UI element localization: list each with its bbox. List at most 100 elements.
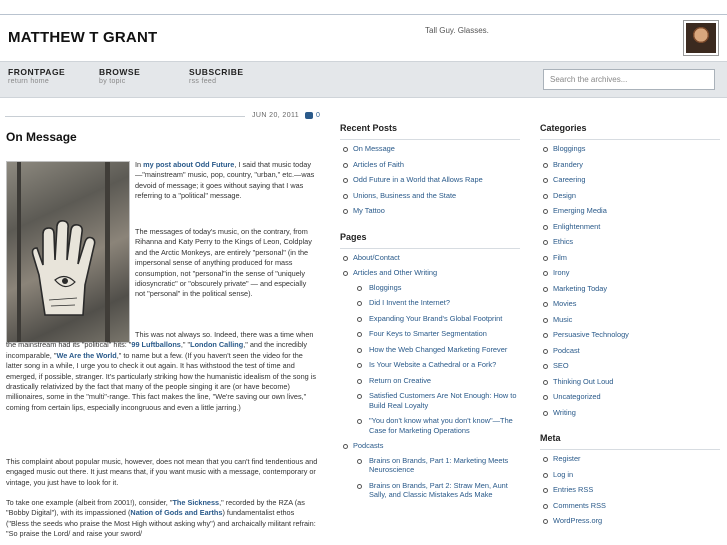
category-link[interactable]: Design <box>553 191 576 200</box>
meta-link-comments-rss[interactable]: Comments RSS <box>553 501 606 510</box>
category-item: Marketing Today <box>540 284 720 294</box>
site-tagline: Tall Guy. Glasses. <box>425 26 489 35</box>
category-item: Bloggings <box>540 144 720 154</box>
nav-browse[interactable]: BROWSE by topic <box>99 67 140 85</box>
category-link[interactable]: Podcast <box>553 346 580 355</box>
speech-bubble-icon[interactable] <box>305 112 313 119</box>
categories-heading: Categories <box>540 123 720 140</box>
recent-post-link[interactable]: Unions, Business and the State <box>353 191 456 200</box>
nav-frontpage[interactable]: FRONTPAGE return home <box>8 67 65 85</box>
page-link-about[interactable]: About/Contact <box>353 253 400 262</box>
page-item: Podcasts Brains on Brands, Part 1: Marke… <box>340 441 520 500</box>
subpage-link[interactable]: Brains on Brands, Part 1: Marketing Meet… <box>369 456 508 475</box>
meta-item: Register <box>540 454 720 464</box>
recent-post-item: Odd Future in a World that Allows Rape <box>340 175 520 185</box>
the-sickness-link[interactable]: The Sickness <box>172 498 219 507</box>
search-input[interactable] <box>543 69 715 90</box>
category-link[interactable]: Film <box>553 253 567 262</box>
categories-list: Bloggings Brandery Careering Design Emer… <box>540 144 720 417</box>
post-meta: JUN 20, 2011 0 <box>5 112 320 119</box>
p1-text-pre: In <box>135 160 144 169</box>
subpage-item: Is Your Website a Cathedral or a Fork? <box>353 360 520 370</box>
category-item: Brandery <box>540 160 720 170</box>
category-item: Uncategorized <box>540 392 720 402</box>
subpage-link[interactable]: Brains on Brands, Part 2: Straw Men, Aun… <box>369 481 508 500</box>
site-title[interactable]: MATTHEW T GRANT <box>8 29 157 46</box>
category-link[interactable]: Irony <box>553 268 569 277</box>
subpage-item: Expanding Your Brand's Global Footprint <box>353 314 520 324</box>
subpage-link[interactable]: Four Keys to Smarter Segmentation <box>369 329 487 338</box>
category-link[interactable]: Bloggings <box>553 144 585 153</box>
p5-text-pre: To take one example (albeit from 2001!),… <box>6 498 173 507</box>
post-image-pole-left <box>17 162 21 342</box>
category-link[interactable]: Careering <box>553 175 585 184</box>
meta-link-wordpress[interactable]: WordPress.org <box>553 516 602 525</box>
avatar-photo <box>686 23 716 53</box>
post-meta-rule <box>5 116 245 117</box>
meta-list: Register Log in Entries RSS Comments RSS… <box>540 454 720 526</box>
subpage-link[interactable]: Satisfied Customers Are Not Enough: How … <box>369 391 516 410</box>
recent-post-link[interactable]: My Tattoo <box>353 206 385 215</box>
category-item: Movies <box>540 299 720 309</box>
recent-post-item: Unions, Business and the State <box>340 191 520 201</box>
page-link-articles[interactable]: Articles and Other Writing <box>353 268 437 277</box>
subpage-item: Return on Creative <box>353 376 520 386</box>
subpage-link[interactable]: Is Your Website a Cathedral or a Fork? <box>369 360 496 369</box>
we-are-the-world-link[interactable]: We Are the World <box>56 351 116 360</box>
hand-mural-graphic <box>31 220 96 316</box>
category-link[interactable]: Brandery <box>553 160 583 169</box>
category-link[interactable]: Music <box>553 315 572 324</box>
recent-post-link[interactable]: On Message <box>353 144 395 153</box>
subpage-link[interactable]: How the Web Changed Marketing Forever <box>369 345 507 354</box>
recent-post-link[interactable]: Odd Future in a World that Allows Rape <box>353 175 483 184</box>
subpage-item: Bloggings <box>353 283 520 293</box>
subpage-item: Did I Invent the Internet? <box>353 298 520 308</box>
subpage-link[interactable]: Expanding Your Brand's Global Footprint <box>369 314 502 323</box>
category-link[interactable]: Thinking Out Loud <box>553 377 613 386</box>
category-item: SEO <box>540 361 720 371</box>
subpage-item: Brains on Brands, Part 2: Straw Men, Aun… <box>353 481 520 500</box>
category-item: Podcast <box>540 346 720 356</box>
category-link[interactable]: SEO <box>553 361 569 370</box>
sidebar-middle: Recent Posts On Message Articles of Fait… <box>340 123 520 506</box>
luftballons-link[interactable]: 99 Luftballons <box>131 340 180 349</box>
meta-item: Entries RSS <box>540 485 720 495</box>
p3-text-mid-1: ," " <box>180 340 191 350</box>
odd-future-post-link[interactable]: my post about Odd Future <box>143 160 234 169</box>
subpage-link[interactable]: Did I Invent the Internet? <box>369 298 450 307</box>
subpage-link[interactable]: Return on Creative <box>369 376 431 385</box>
post-paragraph-1: In my post about Odd Future, I said that… <box>135 160 320 202</box>
meta-link-register[interactable]: Register <box>553 454 581 463</box>
category-link[interactable]: Movies <box>553 299 576 308</box>
category-link[interactable]: Marketing Today <box>553 284 607 293</box>
meta-heading: Meta <box>540 433 720 450</box>
category-link[interactable]: Uncategorized <box>553 392 601 401</box>
post-paragraph-3: This was not always so. Indeed, there wa… <box>6 330 318 413</box>
post-date: JUN 20, 2011 <box>252 112 300 119</box>
category-link[interactable]: Ethics <box>553 237 573 246</box>
post-paragraph-4: This complaint about popular music, howe… <box>6 457 318 487</box>
post-paragraph-5: To take one example (albeit from 2001!),… <box>6 498 318 540</box>
category-item: Ethics <box>540 237 720 247</box>
category-item: Emerging Media <box>540 206 720 216</box>
london-calling-link[interactable]: London Calling <box>190 340 243 349</box>
category-link[interactable]: Emerging Media <box>553 206 607 215</box>
page-link-podcasts[interactable]: Podcasts <box>353 441 383 450</box>
category-item: Persuasive Technology <box>540 330 720 340</box>
meta-link-entries-rss[interactable]: Entries RSS <box>553 485 593 494</box>
nav-subscribe[interactable]: SUBSCRIBE rss feed <box>189 67 244 85</box>
meta-link-login[interactable]: Log in <box>553 470 573 479</box>
post-image <box>6 161 130 343</box>
nation-of-gods-link[interactable]: Nation of Gods and Earths <box>130 508 222 517</box>
category-link[interactable]: Enlightenment <box>553 222 600 231</box>
category-link[interactable]: Writing <box>553 408 576 417</box>
subpage-link[interactable]: Bloggings <box>369 283 401 292</box>
comment-count[interactable]: 0 <box>316 112 320 119</box>
post-title[interactable]: On Message <box>6 130 77 144</box>
subpage-item: Brains on Brands, Part 1: Marketing Meet… <box>353 456 520 475</box>
widget-spacer <box>540 423 720 433</box>
category-item: Irony <box>540 268 720 278</box>
category-link[interactable]: Persuasive Technology <box>553 330 629 339</box>
subpage-link[interactable]: "You don't know what you don't know"—The… <box>369 416 513 435</box>
recent-post-link[interactable]: Articles of Faith <box>353 160 404 169</box>
